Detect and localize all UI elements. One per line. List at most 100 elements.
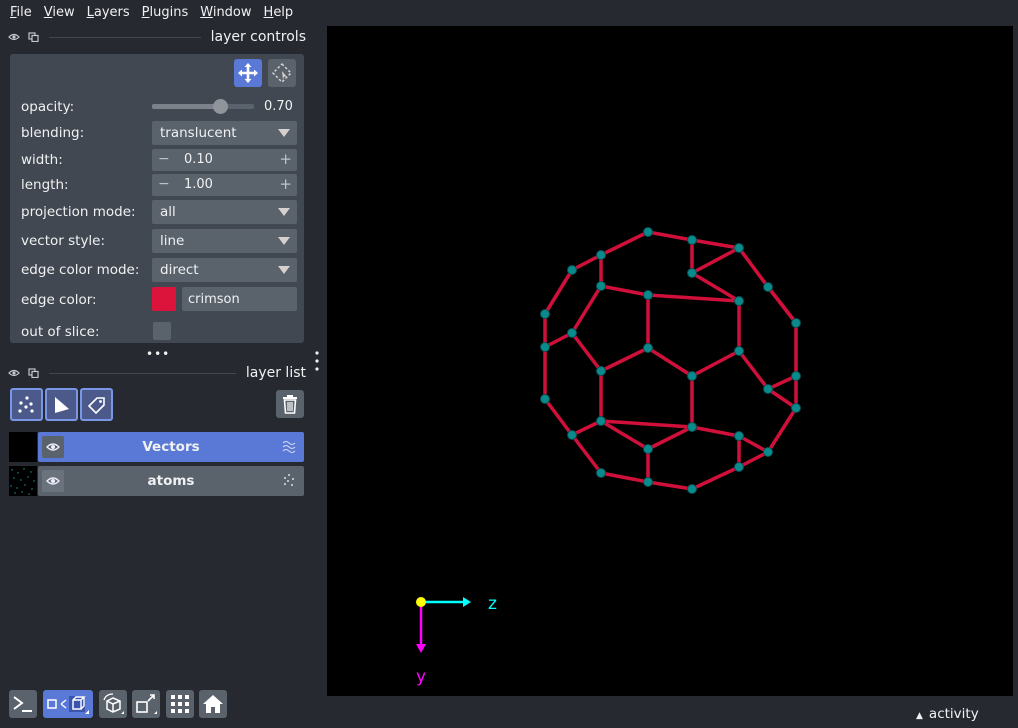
out-of-slice-label: out of slice:: [21, 324, 100, 340]
bond-line: [600, 284, 649, 297]
layer-row-vectors[interactable]: Vectors: [9, 432, 304, 462]
bond-line: [543, 397, 574, 437]
menu-window[interactable]: Window: [194, 5, 257, 20]
trash-icon: [283, 395, 297, 414]
transform-button[interactable]: [268, 59, 296, 87]
transpose-dimensions-button[interactable]: [132, 690, 160, 718]
length-spinbox[interactable]: − 1.00 +: [152, 174, 297, 196]
layer-name[interactable]: atoms: [68, 473, 274, 489]
width-value[interactable]: 0.10: [184, 152, 213, 167]
layer-row-body[interactable]: atoms: [38, 466, 304, 496]
opacity-label: opacity:: [21, 99, 75, 115]
home-icon: [203, 695, 223, 713]
layer-row-body[interactable]: Vectors: [38, 432, 304, 462]
layer-list-title: layer list: [245, 365, 306, 381]
edge-color-mode-dropdown[interactable]: direct: [152, 258, 297, 282]
atom-point: [596, 250, 606, 260]
splitter-handle[interactable]: •••: [146, 347, 170, 361]
blending-dropdown[interactable]: translucent: [152, 121, 297, 145]
bond-line: [600, 419, 693, 429]
out-of-slice-checkbox[interactable]: [153, 322, 171, 340]
console-button[interactable]: [9, 690, 37, 718]
atom-point: [734, 462, 744, 472]
float-panel-eye-icon[interactable]: [8, 32, 20, 42]
projection-mode-value: all: [160, 204, 176, 220]
atom-point: [540, 342, 550, 352]
edge-color-mode-value: direct: [160, 262, 199, 278]
grid-view-button[interactable]: [166, 690, 194, 718]
menu-help[interactable]: Help: [258, 5, 300, 20]
grid-icon: [171, 695, 189, 713]
opacity-slider-handle[interactable]: [212, 99, 228, 114]
new-points-layer-button[interactable]: [10, 388, 43, 421]
z-axis-label: z: [488, 594, 497, 614]
chevron-down-icon: [278, 208, 290, 216]
left-dock: layer controls opacity: 0.70 blending: t…: [0, 26, 310, 718]
atom-point: [643, 343, 653, 353]
layer-name[interactable]: Vectors: [68, 439, 274, 455]
atom-point: [540, 309, 550, 319]
edge-color-mode-label: edge color mode:: [21, 262, 140, 278]
menu-layers[interactable]: Layers: [81, 5, 136, 20]
menu-file[interactable]: File: [4, 5, 38, 20]
activity-label: activity: [928, 706, 979, 722]
projection-mode-label: projection mode:: [21, 204, 136, 220]
edge-color-swatch[interactable]: [152, 287, 176, 311]
menu-bar: File View Layers Plugins Window Help: [0, 0, 1018, 24]
layer-row-atoms[interactable]: atoms: [9, 466, 304, 496]
layer-visibility-toggle[interactable]: [42, 436, 64, 458]
dock-resize-handle[interactable]: [315, 350, 319, 376]
bond-line: [691, 246, 740, 275]
chevron-down-icon: [278, 266, 290, 274]
projection-mode-dropdown[interactable]: all: [152, 200, 297, 224]
atom-point: [596, 281, 606, 291]
atom-point: [734, 243, 744, 253]
minus-icon[interactable]: −: [158, 151, 170, 167]
vector-style-dropdown[interactable]: line: [152, 229, 297, 253]
width-spinbox[interactable]: − 0.10 +: [152, 149, 297, 171]
vector-style-label: vector style:: [21, 233, 106, 249]
length-value[interactable]: 1.00: [184, 177, 213, 192]
toggle-ndisplay-button[interactable]: [43, 690, 93, 718]
viewer-canvas[interactable]: zy: [327, 26, 1013, 696]
bond-line: [737, 349, 770, 391]
vector-style-value: line: [160, 233, 185, 249]
chevron-down-icon: [278, 237, 290, 245]
delete-layer-button[interactable]: [276, 390, 304, 418]
atom-point: [687, 268, 697, 278]
layer-controls-title: layer controls: [210, 29, 306, 45]
edge-color-input[interactable]: crimson: [182, 287, 297, 311]
bond-line: [647, 230, 693, 242]
bond-line: [766, 285, 798, 325]
pan-zoom-button[interactable]: [234, 59, 262, 87]
new-shapes-layer-button[interactable]: [45, 388, 78, 421]
float-panel-icon[interactable]: [28, 368, 39, 378]
atom-point: [763, 384, 773, 394]
shapes-icon: [54, 396, 69, 413]
roll-dimensions-button[interactable]: [99, 690, 127, 718]
layer-controls-panel: opacity: 0.70 blending: translucent widt…: [10, 54, 304, 343]
plus-icon[interactable]: +: [279, 175, 292, 193]
chevron-down-icon: [278, 129, 290, 137]
minus-icon[interactable]: −: [158, 176, 170, 192]
float-panel-eye-icon[interactable]: [8, 368, 20, 378]
plus-icon[interactable]: +: [279, 150, 292, 168]
float-panel-icon[interactable]: [28, 32, 39, 42]
menu-plugins[interactable]: Plugins: [136, 5, 195, 20]
new-labels-layer-button[interactable]: [80, 388, 113, 421]
activity-button[interactable]: ▲ activity: [916, 706, 979, 722]
menu-view[interactable]: View: [38, 5, 81, 20]
length-label: length:: [21, 177, 69, 193]
atom-point: [596, 416, 606, 426]
opacity-slider[interactable]: [152, 99, 254, 114]
bond-line: [647, 425, 693, 451]
reset-view-button[interactable]: [199, 690, 227, 718]
bond-line: [600, 471, 649, 484]
z-axis-arrowhead: [463, 597, 471, 607]
eye-icon: [46, 477, 60, 485]
layer-list-header: layer list: [8, 363, 306, 383]
layer-thumbnail: [9, 466, 37, 496]
atom-point: [687, 422, 697, 432]
eye-icon: [46, 443, 60, 451]
layer-visibility-toggle[interactable]: [42, 470, 64, 492]
